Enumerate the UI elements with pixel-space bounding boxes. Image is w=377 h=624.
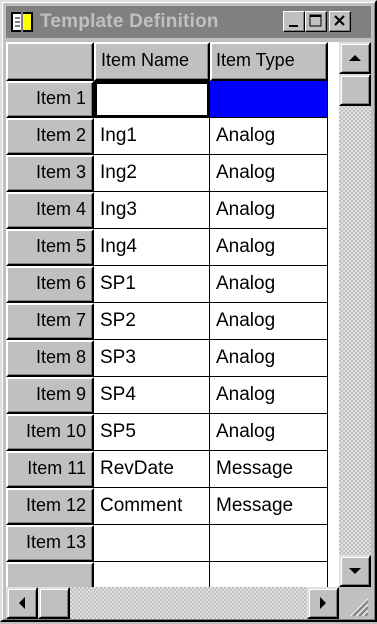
table-row: Item 8 SP3 Analog [6,340,339,377]
close-button[interactable] [329,11,351,32]
item-name-cell[interactable] [94,562,210,587]
row-header[interactable]: Item 13 [6,525,94,562]
column-header-row: Item Name Item Type [6,42,339,81]
item-name-cell[interactable]: Ing1 [94,118,210,155]
scroll-left-button[interactable] [6,587,38,619]
horizontal-scroll-thumb[interactable] [38,587,70,619]
item-type-cell[interactable]: Message [210,488,328,525]
row-header[interactable]: Item 4 [6,192,94,229]
row-header[interactable]: Item 6 [6,266,94,303]
table-row: Item 4 Ing3 Analog [6,192,339,229]
item-type-cell[interactable] [210,525,328,562]
item-type-cell[interactable]: Analog [210,192,328,229]
item-type-cell[interactable]: Analog [210,155,328,192]
window-title: Template Definition [40,11,219,32]
item-name-cell[interactable]: Ing4 [94,229,210,266]
row-header[interactable]: Item 12 [6,488,94,525]
table-row: Item 7 SP2 Analog [6,303,339,340]
item-name-cell[interactable]: Comment [94,488,210,525]
item-type-cell[interactable]: Analog [210,340,328,377]
scroll-up-button[interactable] [339,42,371,74]
item-type-cell[interactable]: Analog [210,266,328,303]
item-name-cell[interactable]: SP4 [94,377,210,414]
maximize-button[interactable] [305,11,327,32]
row-header[interactable]: Item 10 [6,414,94,451]
table-row: Item 3 Ing2 Analog [6,155,339,192]
row-header[interactable]: Item 1 [6,81,94,118]
item-name-cell[interactable] [94,81,210,118]
template-definition-window: Template Definition Item Name Item Type [0,0,377,622]
row-header[interactable]: Item 5 [6,229,94,266]
table-row: Item 1 [6,81,339,118]
table-row-partial [6,562,339,587]
resize-grip-icon [350,598,369,617]
arrow-right-icon [320,597,326,609]
item-type-cell[interactable]: Analog [210,414,328,451]
row-header[interactable]: Item 9 [6,377,94,414]
item-name-cell[interactable]: Ing3 [94,192,210,229]
column-header-item-type[interactable]: Item Type [210,42,328,81]
table-row: Item 11 RevDate Message [6,451,339,488]
row-header[interactable]: Item 2 [6,118,94,155]
arrow-up-icon [349,55,361,61]
item-type-cell[interactable]: Message [210,451,328,488]
table-row: Item 6 SP1 Analog [6,266,339,303]
item-type-cell[interactable] [210,562,328,587]
minimize-icon [289,25,298,27]
table-row: Item 9 SP4 Analog [6,377,339,414]
item-name-cell[interactable]: RevDate [94,451,210,488]
template-grid: Item Name Item Type Item 1 Item 2 Ing1 A… [6,42,339,587]
title-bar[interactable]: Template Definition [6,6,371,38]
item-name-cell[interactable]: Ing2 [94,155,210,192]
column-header-item-name[interactable]: Item Name [94,42,210,81]
row-header[interactable]: Item 7 [6,303,94,340]
minimize-button[interactable] [283,11,305,32]
item-name-cell[interactable]: SP2 [94,303,210,340]
item-name-cell[interactable] [94,525,210,562]
item-type-cell[interactable]: Analog [210,118,328,155]
resize-grip[interactable] [339,587,371,619]
table-row: Item 12 Comment Message [6,488,339,525]
scroll-right-button[interactable] [307,587,339,619]
row-header[interactable]: Item 11 [6,451,94,488]
item-type-cell-selected[interactable] [210,81,328,118]
vertical-scrollbar[interactable] [339,42,371,587]
close-icon [334,15,345,26]
item-name-cell[interactable]: SP5 [94,414,210,451]
table-row: Item 13 [6,525,339,562]
arrow-left-icon [19,597,25,609]
book-icon [11,12,33,32]
row-header[interactable] [6,562,94,587]
scroll-down-button[interactable] [339,555,371,587]
item-name-cell[interactable]: SP1 [94,266,210,303]
table-row: Item 2 Ing1 Analog [6,118,339,155]
item-type-cell[interactable]: Analog [210,229,328,266]
item-type-cell[interactable]: Analog [210,303,328,340]
item-type-cell[interactable]: Analog [210,377,328,414]
select-all-corner[interactable] [6,42,94,81]
arrow-down-icon [349,568,361,574]
row-header[interactable]: Item 3 [6,155,94,192]
table-row: Item 5 Ing4 Analog [6,229,339,266]
row-header[interactable]: Item 8 [6,340,94,377]
vertical-scroll-thumb[interactable] [339,74,371,106]
item-name-cell[interactable]: SP3 [94,340,210,377]
maximize-icon [309,14,322,27]
table-row: Item 10 SP5 Analog [6,414,339,451]
horizontal-scrollbar[interactable] [6,587,339,619]
